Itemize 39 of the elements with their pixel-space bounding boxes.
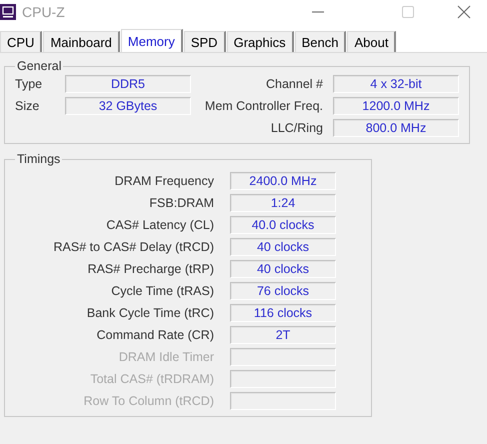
- tab[interactable]: CPU: [0, 31, 42, 52]
- tab[interactable]: About: [347, 31, 396, 52]
- timing-label: RAS# Precharge (tRP): [86, 262, 214, 276]
- value-field: 40 clocks: [230, 260, 336, 278]
- field-label: Channel #: [265, 77, 323, 91]
- timing-label: DRAM Idle Timer: [118, 350, 214, 364]
- value-field: 1:24: [230, 194, 336, 212]
- tab[interactable]: Graphics: [226, 31, 294, 52]
- field-label: Mem Controller Freq.: [204, 99, 323, 113]
- field-label: Size: [15, 99, 40, 113]
- window-title: CPU-Z: [22, 4, 66, 20]
- tab[interactable]: Mainboard: [43, 31, 120, 52]
- field-label: Type: [15, 77, 44, 91]
- tab[interactable]: Memory: [120, 29, 183, 52]
- timing-label: FSB:DRAM: [148, 196, 214, 210]
- value-field: 4 x 32-bit: [333, 75, 459, 93]
- value-field: 76 clocks: [230, 282, 336, 300]
- timing-label: Row To Column (tRCD): [82, 394, 214, 408]
- value-field: 2T: [230, 326, 336, 344]
- timing-label: CAS# Latency (CL): [105, 218, 214, 232]
- value-field: 40 clocks: [230, 238, 336, 256]
- timing-label: DRAM Frequency: [114, 174, 214, 188]
- value-field: 40.0 clocks: [230, 216, 336, 234]
- timing-label: Total CAS# (tRDRAM): [89, 372, 214, 386]
- tab[interactable]: Bench: [294, 31, 346, 52]
- value-field: DDR5: [65, 75, 191, 93]
- group-title: Timings: [16, 152, 62, 166]
- timing-label: Command Rate (CR): [96, 328, 214, 342]
- value-field: 116 clocks: [230, 304, 336, 322]
- value-field: 2400.0 MHz: [230, 172, 336, 190]
- group-title: General: [16, 59, 62, 73]
- tab[interactable]: SPD: [184, 31, 226, 52]
- value-field: 1200.0 MHz: [333, 97, 459, 115]
- value-field: 32 GBytes: [65, 97, 191, 115]
- timing-label: RAS# to CAS# Delay (tRCD): [52, 240, 214, 254]
- timing-label: Bank Cycle Time (tRC): [86, 306, 214, 320]
- timing-label: Cycle Time (tRAS): [110, 284, 214, 298]
- value-field: 800.0 MHz: [333, 119, 459, 137]
- field-label: LLC/Ring: [270, 121, 323, 135]
